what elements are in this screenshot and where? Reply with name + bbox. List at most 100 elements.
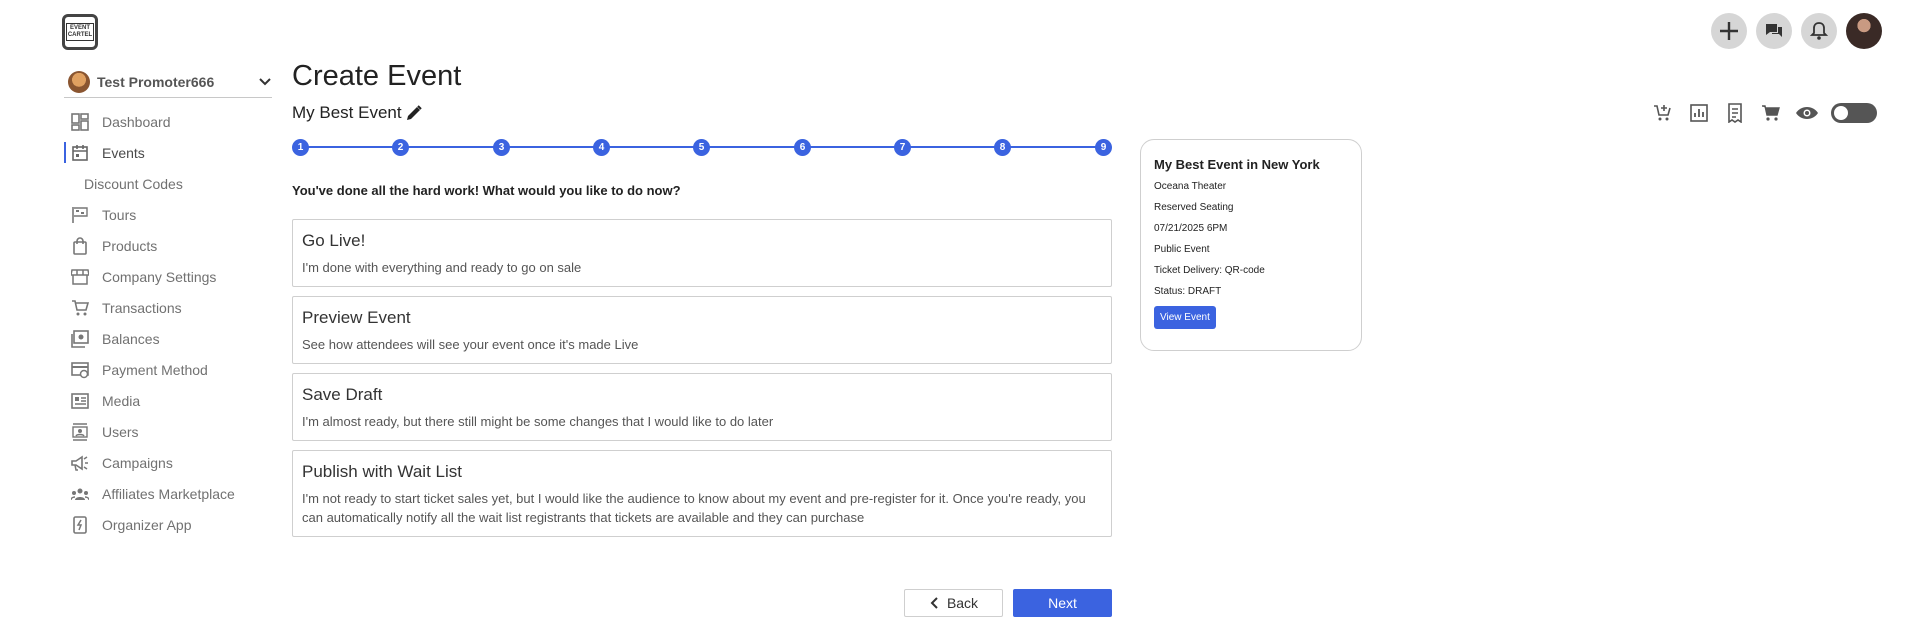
sidebar-item-label: Tours	[102, 206, 137, 223]
sidebar-item-label: Campaigns	[102, 454, 173, 471]
eye-icon[interactable]	[1789, 100, 1825, 126]
receipt-icon[interactable]	[1717, 100, 1753, 126]
sidebar-item-media[interactable]: Media	[64, 385, 272, 416]
chevron-left-icon	[930, 597, 938, 609]
option-preview-event[interactable]: Preview Event See how attendees will see…	[292, 296, 1112, 364]
cart-icon	[70, 298, 90, 318]
sidebar-item-label: Users	[102, 423, 139, 440]
sidebar-item-tours[interactable]: Tours	[64, 199, 272, 230]
sidebar-item-label: Dashboard	[102, 113, 171, 130]
summary-title: My Best Event in New York	[1154, 157, 1320, 172]
sidebar-item-payment-method[interactable]: Payment Method	[64, 354, 272, 385]
add-icon[interactable]	[1711, 13, 1747, 49]
sidebar-item-balances[interactable]: Balances	[64, 323, 272, 354]
event-name-row: My Best Event	[292, 102, 1112, 124]
step-8[interactable]: 8	[994, 139, 1011, 156]
sidebar-item-label: Products	[102, 237, 158, 254]
sidebar-item-label: Transactions	[102, 299, 182, 316]
next-button[interactable]: Next	[1013, 589, 1112, 617]
calendar-icon	[70, 143, 90, 163]
sidebar-item-label: Company Settings	[102, 268, 217, 285]
promoter-selector[interactable]: Test Promoter666	[64, 70, 272, 98]
sidebar-item-label: Affiliates Marketplace	[102, 485, 235, 502]
top-actions	[1711, 13, 1882, 49]
option-description: I'm not ready to start ticket sales yet,…	[302, 491, 1086, 525]
sidebar: Test Promoter666 Dashboard Events Discou…	[64, 70, 272, 540]
sidebar-item-dashboard[interactable]: Dashboard	[64, 106, 272, 137]
action-options: Go Live! I'm done with everything and re…	[292, 219, 1112, 537]
shopping-cart-icon[interactable]	[1753, 100, 1789, 126]
option-title: Go Live!	[302, 231, 366, 250]
step-1[interactable]: 1	[292, 139, 309, 156]
pencil-icon[interactable]	[405, 104, 423, 122]
step-2[interactable]: 2	[392, 139, 409, 156]
sidebar-item-label: Organizer App	[102, 516, 192, 533]
option-publish-wait-list[interactable]: Publish with Wait List I'm not ready to …	[292, 450, 1112, 537]
step-9[interactable]: 9	[1095, 139, 1112, 156]
back-button[interactable]: Back	[904, 589, 1003, 617]
users-icon	[70, 422, 90, 442]
sidebar-item-events[interactable]: Events	[64, 137, 272, 168]
sidebar-item-label: Balances	[102, 330, 160, 347]
visibility-toggle[interactable]	[1831, 103, 1877, 123]
sidebar-item-label: Media	[102, 392, 141, 409]
event-toolbar	[1645, 100, 1877, 126]
toggle-knob	[1834, 106, 1848, 120]
option-description: I'm almost ready, but there still might …	[302, 414, 774, 429]
step-progress: 1 2 3 4 5 6 7 8 9	[292, 137, 1112, 157]
store-icon	[70, 267, 90, 287]
main-content: Create Event My Best Event 1 2 3 4 5 6 7…	[292, 60, 1112, 537]
megaphone-icon	[70, 453, 90, 473]
sidebar-item-affiliates-marketplace[interactable]: Affiliates Marketplace	[64, 478, 272, 509]
sidebar-item-organizer-app[interactable]: Organizer App	[64, 509, 272, 540]
sidebar-item-transactions[interactable]: Transactions	[64, 292, 272, 323]
add-to-cart-icon[interactable]	[1645, 100, 1681, 126]
next-button-label: Next	[1048, 595, 1077, 611]
chevron-down-icon	[259, 77, 271, 85]
payment-settings-icon	[70, 360, 90, 380]
step-4[interactable]: 4	[593, 139, 610, 156]
flag-icon	[70, 205, 90, 225]
option-title: Preview Event	[302, 308, 411, 327]
phone-icon	[70, 515, 90, 535]
option-description: See how attendees will see your event on…	[302, 337, 639, 352]
option-title: Publish with Wait List	[302, 462, 462, 481]
sidebar-item-products[interactable]: Products	[64, 230, 272, 261]
summary-seating: Reserved Seating	[1154, 202, 1234, 213]
step-3[interactable]: 3	[493, 139, 510, 156]
logo-text: EVENT CARTEL	[65, 23, 95, 41]
wizard-buttons: Back Next	[904, 589, 1112, 617]
event-name: My Best Event	[292, 103, 402, 122]
event-summary-card: My Best Event in New York Oceana Theater…	[1140, 139, 1362, 351]
bell-icon[interactable]	[1801, 13, 1837, 49]
promoter-avatar	[68, 70, 90, 93]
step-6[interactable]: 6	[794, 139, 811, 156]
step-7[interactable]: 7	[894, 139, 911, 156]
report-icon[interactable]	[1681, 100, 1717, 126]
view-event-button[interactable]: View Event	[1154, 306, 1216, 329]
sidebar-item-users[interactable]: Users	[64, 416, 272, 447]
group-icon	[70, 484, 90, 504]
dashboard-icon	[70, 112, 90, 132]
completion-question: You've done all the hard work! What woul…	[292, 183, 681, 198]
option-go-live[interactable]: Go Live! I'm done with everything and re…	[292, 219, 1112, 287]
option-save-draft[interactable]: Save Draft I'm almost ready, but there s…	[292, 373, 1112, 441]
sidebar-item-company-settings[interactable]: Company Settings	[64, 261, 272, 292]
summary-delivery: Ticket Delivery: QR-code	[1154, 265, 1265, 276]
back-button-label: Back	[946, 595, 979, 611]
sidebar-item-discount-codes[interactable]: Discount Codes	[64, 168, 272, 199]
sidebar-item-label: Events	[102, 144, 145, 161]
option-description: I'm done with everything and ready to go…	[302, 260, 582, 275]
media-icon	[70, 391, 90, 411]
app-logo[interactable]: EVENT CARTEL	[62, 14, 98, 50]
page-title: Create Event	[292, 60, 462, 92]
user-avatar[interactable]	[1846, 13, 1882, 49]
sidebar-item-campaigns[interactable]: Campaigns	[64, 447, 272, 478]
option-title: Save Draft	[302, 385, 383, 404]
sidebar-item-label: Discount Codes	[84, 175, 183, 192]
bag-icon	[70, 236, 90, 256]
sidebar-item-label: Payment Method	[102, 361, 208, 378]
step-5[interactable]: 5	[693, 139, 710, 156]
chat-icon[interactable]	[1756, 13, 1792, 49]
summary-datetime: 07/21/2025 6PM	[1154, 223, 1228, 234]
